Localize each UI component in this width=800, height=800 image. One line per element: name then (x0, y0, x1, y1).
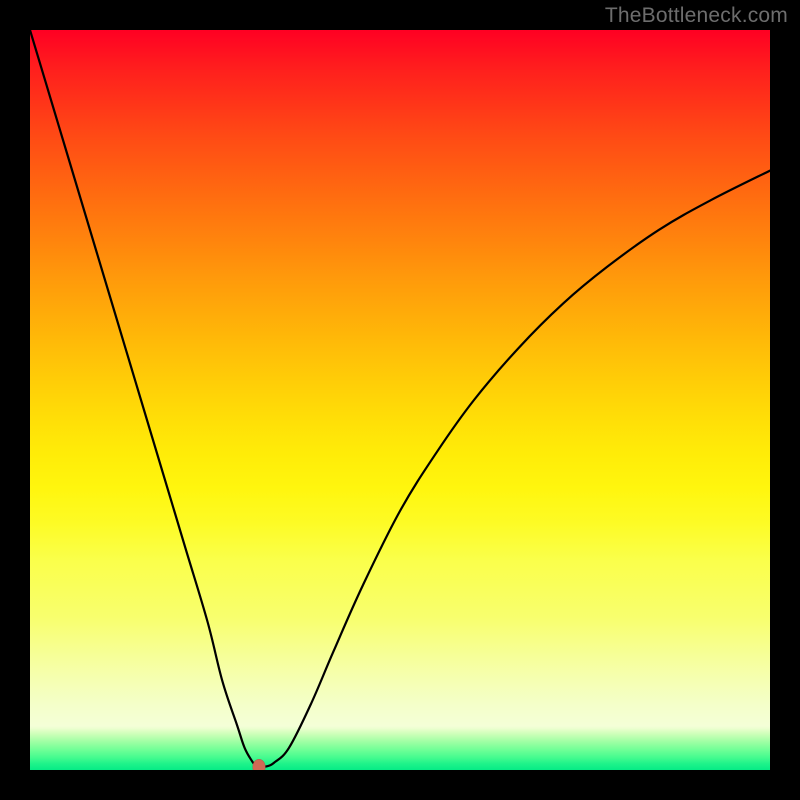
minimum-marker (253, 759, 266, 770)
curve-svg (30, 30, 770, 770)
watermark-text: TheBottleneck.com (605, 4, 788, 28)
chart-frame: TheBottleneck.com (0, 0, 800, 800)
bottleneck-curve-path (30, 30, 770, 767)
plot-area (30, 30, 770, 770)
